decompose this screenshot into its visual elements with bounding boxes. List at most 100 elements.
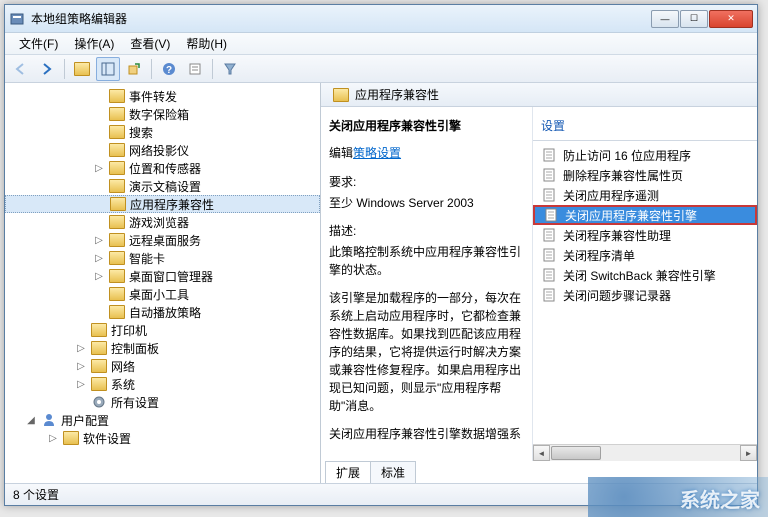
tree-item[interactable]: 自动播放策略: [5, 303, 320, 321]
tree-item[interactable]: ▷ 桌面窗口管理器: [5, 267, 320, 285]
expander-icon[interactable]: ▷: [93, 271, 105, 282]
tree-item[interactable]: 桌面小工具: [5, 285, 320, 303]
export-icon: [127, 62, 141, 76]
tree-item[interactable]: 网络投影仪: [5, 141, 320, 159]
policy-icon: [541, 148, 557, 162]
tree-item-label: 智能卡: [129, 250, 165, 267]
right-header: 应用程序兼容性: [321, 83, 757, 107]
policy-settings-link[interactable]: 策略设置: [353, 146, 401, 160]
setting-label: 删除程序兼容性属性页: [563, 167, 683, 184]
tree-item-label: 控制面板: [111, 340, 159, 357]
setting-label: 关闭问题步骤记录器: [563, 287, 671, 304]
expander-icon[interactable]: ▷: [75, 361, 87, 372]
scroll-left-button[interactable]: ◄: [533, 445, 550, 461]
expander-icon[interactable]: ▷: [93, 253, 105, 264]
help-button[interactable]: ?: [157, 57, 181, 81]
minimize-button[interactable]: —: [651, 10, 679, 28]
tree-item[interactable]: ▷网络: [5, 357, 320, 375]
setting-label: 防止访问 16 位应用程序: [563, 147, 691, 164]
menu-file[interactable]: 文件(F): [11, 33, 66, 54]
setting-item[interactable]: 关闭程序兼容性助理: [533, 225, 757, 245]
tree-item-label: 打印机: [111, 322, 147, 339]
right-pane: 应用程序兼容性 关闭应用程序兼容性引擎 编辑策略设置 要求: 至少 Window…: [321, 83, 757, 483]
tree-item[interactable]: 打印机: [5, 321, 320, 339]
setting-item[interactable]: 关闭应用程序兼容性引擎: [533, 205, 757, 225]
tree-item-label: 自动播放策略: [129, 304, 201, 321]
setting-item[interactable]: 关闭 SwitchBack 兼容性引擎: [533, 265, 757, 285]
setting-item[interactable]: 删除程序兼容性属性页: [533, 165, 757, 185]
expander-icon[interactable]: ▷: [75, 379, 87, 390]
description-label: 描述:: [329, 222, 524, 239]
tab-standard[interactable]: 标准: [370, 461, 416, 483]
scroll-thumb[interactable]: [551, 446, 601, 460]
expander-icon[interactable]: ▷: [47, 433, 59, 444]
tree-item-label: 网络投影仪: [129, 142, 189, 159]
tree-item[interactable]: 应用程序兼容性: [5, 195, 320, 213]
tree-item[interactable]: 事件转发: [5, 87, 320, 105]
tree-item-label: 应用程序兼容性: [130, 196, 214, 213]
user-icon: [41, 412, 57, 428]
close-button[interactable]: ✕: [709, 10, 753, 28]
menu-view[interactable]: 查看(V): [122, 33, 178, 54]
description-text-2: 该引擎是加载程序的一部分，每次在系统上启动应用程序时，它都检查兼容性数据库。如果…: [329, 289, 524, 415]
menu-action[interactable]: 操作(A): [66, 33, 122, 54]
tree-view-button[interactable]: [96, 57, 120, 81]
scroll-right-button[interactable]: ►: [740, 445, 757, 461]
tree-item[interactable]: 所有设置: [5, 393, 320, 411]
policy-icon: [541, 288, 557, 302]
back-button[interactable]: [9, 57, 33, 81]
help-icon: ?: [162, 62, 176, 76]
properties-button[interactable]: [183, 57, 207, 81]
policy-icon: [541, 228, 557, 242]
settings-column-header[interactable]: 设置: [533, 107, 757, 141]
scroll-track[interactable]: [550, 445, 740, 461]
expander-icon[interactable]: ▷: [75, 343, 87, 354]
tree-pane[interactable]: 事件转发数字保险箱搜索网络投影仪▷位置和传感器演示文稿设置应用程序兼容性游戏浏览…: [5, 83, 321, 483]
maximize-button[interactable]: ☐: [680, 10, 708, 28]
properties-icon: [188, 62, 202, 76]
horizontal-scrollbar[interactable]: ◄ ►: [533, 444, 757, 461]
tree-item[interactable]: 游戏浏览器: [5, 213, 320, 231]
tree-item-label: 系统: [111, 376, 135, 393]
menu-help[interactable]: 帮助(H): [178, 33, 235, 54]
settings-list[interactable]: 防止访问 16 位应用程序删除程序兼容性属性页关闭应用程序遥测关闭应用程序兼容性…: [533, 141, 757, 444]
forward-button[interactable]: [35, 57, 59, 81]
right-header-title: 应用程序兼容性: [355, 86, 439, 103]
expander-icon[interactable]: ◢: [25, 415, 37, 426]
tree-item-label: 桌面窗口管理器: [129, 268, 213, 285]
setting-item[interactable]: 关闭问题步骤记录器: [533, 285, 757, 305]
setting-item[interactable]: 关闭程序清单: [533, 245, 757, 265]
setting-label: 关闭程序兼容性助理: [563, 227, 671, 244]
expander-icon[interactable]: ▷: [93, 163, 105, 174]
tree-item[interactable]: ▷ 控制面板: [5, 339, 320, 357]
tree-item[interactable]: 搜索: [5, 123, 320, 141]
setting-label: 关闭应用程序遥测: [563, 187, 659, 204]
setting-item[interactable]: 防止访问 16 位应用程序: [533, 145, 757, 165]
tree-item[interactable]: ▷ 系统: [5, 375, 320, 393]
statusbar: 8 个设置: [5, 483, 757, 505]
tab-extended[interactable]: 扩展: [325, 461, 371, 483]
setting-label: 关闭 SwitchBack 兼容性引擎: [563, 267, 716, 284]
arrow-right-icon: [39, 62, 55, 76]
description-text-1: 此策略控制系统中应用程序兼容性引擎的状态。: [329, 243, 524, 279]
policy-icon: [541, 268, 557, 282]
tree-item[interactable]: ▷ 远程桌面服务: [5, 231, 320, 249]
toolbar: ?: [5, 55, 757, 83]
tree-item-label: 数字保险箱: [129, 106, 189, 123]
expander-icon[interactable]: ▷: [93, 235, 105, 246]
export-button[interactable]: [122, 57, 146, 81]
menubar: 文件(F) 操作(A) 查看(V) 帮助(H): [5, 33, 757, 55]
folder-button[interactable]: [70, 57, 94, 81]
setting-item[interactable]: 关闭应用程序遥测: [533, 185, 757, 205]
tree-item[interactable]: ▷位置和传感器: [5, 159, 320, 177]
filter-button[interactable]: [218, 57, 242, 81]
tree-item[interactable]: 数字保险箱: [5, 105, 320, 123]
svg-text:?: ?: [166, 65, 172, 76]
tree-item-user-config[interactable]: ◢用户配置: [5, 411, 320, 429]
tree-item[interactable]: 演示文稿设置: [5, 177, 320, 195]
tree-item[interactable]: ▷ 智能卡: [5, 249, 320, 267]
tree-item[interactable]: ▷软件设置: [5, 429, 320, 447]
detail-edit-row: 编辑策略设置: [329, 144, 524, 161]
policy-icon: [541, 248, 557, 262]
tree-item-label: 远程桌面服务: [129, 232, 201, 249]
